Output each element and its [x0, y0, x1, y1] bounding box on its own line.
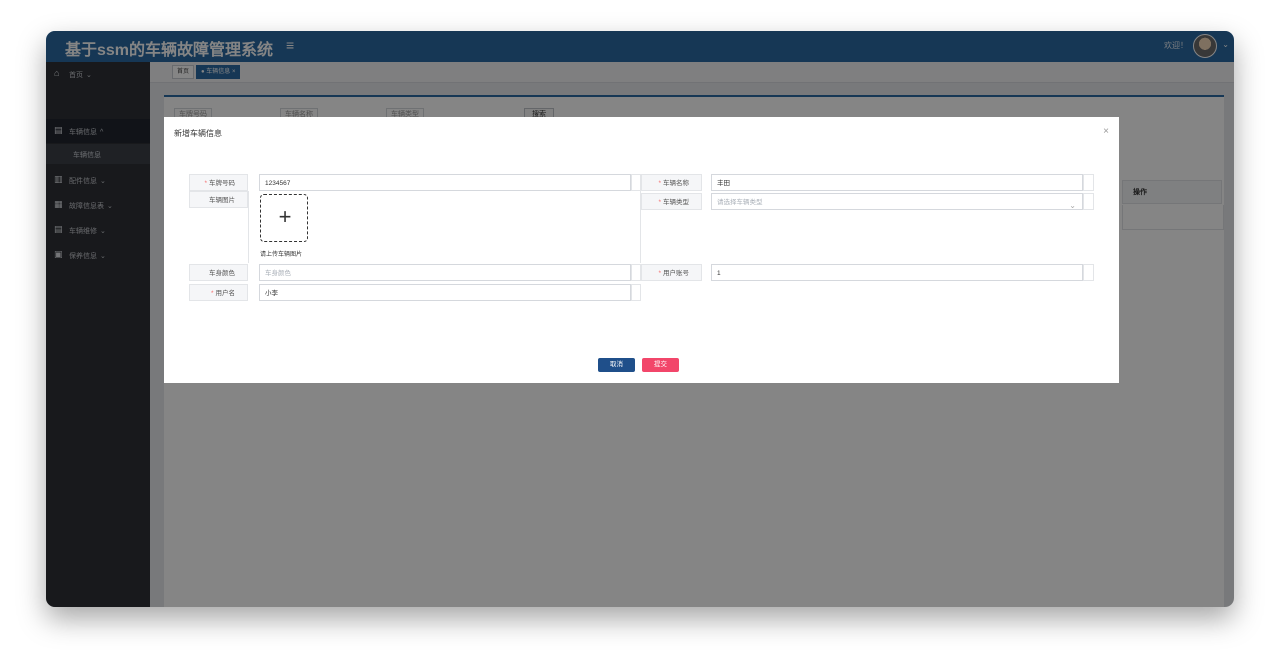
chevron-down-icon: ⌄: [1069, 201, 1076, 210]
type-select-placeholder: 请选择车辆类型: [717, 199, 763, 206]
type-select[interactable]: 请选择车辆类型 ⌄: [711, 193, 1083, 210]
name-input[interactable]: 丰田: [711, 174, 1083, 191]
close-icon[interactable]: ×: [1103, 126, 1109, 137]
cancel-button[interactable]: 取消: [598, 358, 635, 372]
color-input[interactable]: 车身颜色: [259, 264, 631, 281]
name-label: * 车辆名称: [641, 174, 702, 191]
username-input[interactable]: 小李: [259, 284, 631, 301]
account-input[interactable]: 1: [711, 264, 1083, 281]
account-label: * 用户账号: [641, 264, 702, 281]
color-label: 车身颜色: [189, 264, 248, 281]
submit-button[interactable]: 提交: [642, 358, 679, 372]
account-cell-edge: [1083, 264, 1094, 281]
image-label: 车辆图片: [189, 191, 248, 208]
name-cell-edge: [1083, 174, 1094, 191]
upload-hint: 请上传车辆图片: [260, 252, 303, 258]
plate-input[interactable]: 1234567: [259, 174, 631, 191]
image-upload-button[interactable]: +: [260, 194, 308, 242]
app-window: 基于ssm的车辆故障管理系统 ≡ 欢迎！ ⌄ ⌂ 首页 ⌄ ▤ 车辆信息 ^ 车辆信…: [46, 31, 1234, 607]
plus-icon: +: [278, 204, 292, 229]
username-cell-edge: [631, 284, 641, 301]
type-cell-edge: [1083, 193, 1094, 210]
image-upload-area: + 请上传车辆图片: [248, 191, 641, 263]
add-vehicle-dialog: 新增车辆信息 × * 车牌号码 1234567 * 车辆名称 丰田 车辆图片 + 请…: [164, 117, 1119, 383]
username-label: * 用户名: [189, 284, 248, 301]
color-cell-edge: [631, 264, 641, 281]
plate-cell-edge: [631, 174, 641, 191]
type-label: * 车辆类型: [641, 193, 702, 210]
dialog-title: 新增车辆信息: [174, 129, 222, 138]
plate-label: * 车牌号码: [189, 174, 248, 191]
